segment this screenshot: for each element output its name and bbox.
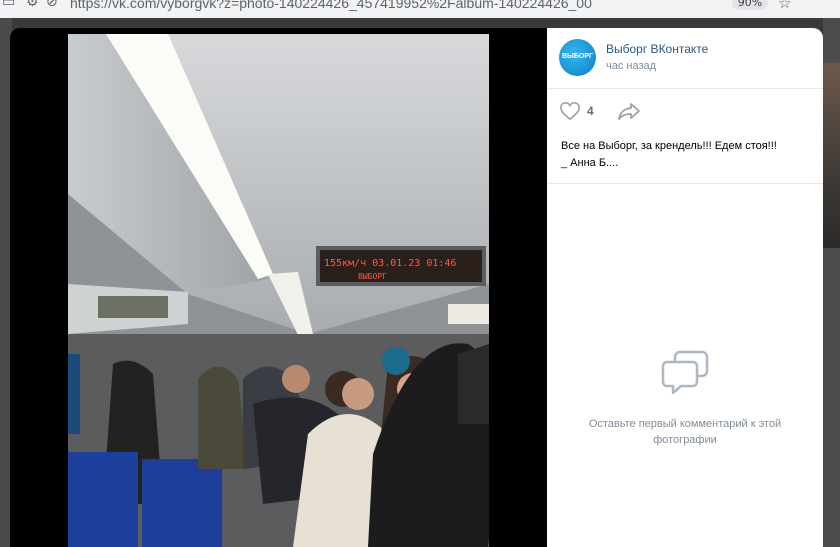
share-button[interactable] — [617, 100, 641, 122]
bookmark-star-icon[interactable]: ☆ — [778, 0, 791, 12]
comments-empty-text: Оставьте первый комментарий к этой фотог… — [588, 418, 782, 446]
url-field[interactable]: https://vk.com/vyborgvk?z=photo-14022442… — [70, 0, 592, 11]
page-right-image — [823, 63, 840, 248]
post-time[interactable]: час назад — [606, 60, 656, 72]
photo[interactable]: 155км/ч 03.01.23 01:46 ВЫБОРГ — [68, 34, 489, 547]
board-text: 155км/ч 03.01.23 01:46 — [324, 258, 456, 269]
like-button[interactable]: 4 — [559, 100, 594, 122]
board-text-2: ВЫБОРГ — [358, 272, 387, 281]
tracking-icon[interactable]: ⊘ — [46, 0, 58, 10]
comments-empty-icon — [661, 350, 709, 394]
post-caption: Все на Выборг, за крендель!!! Едем стоя!… — [561, 138, 813, 172]
heart-icon — [560, 101, 580, 121]
site-settings-icon[interactable]: ⚙ — [26, 0, 39, 10]
avatar-logo-text: ВЫБОРГ — [561, 53, 594, 60]
train-photo: 155км/ч 03.01.23 01:46 ВЫБОРГ — [68, 34, 489, 547]
header-divider — [547, 88, 823, 89]
share-icon — [618, 103, 640, 120]
menu-icon[interactable]: ▭ — [2, 0, 15, 10]
post-side-panel: ВЫБОРГ Выборг ВКонтакте час назад 4 Все … — [547, 28, 823, 547]
author-link[interactable]: Выборг ВКонтакте — [606, 42, 708, 56]
comments-divider — [547, 183, 823, 184]
browser-address-bar: ▭ ⚙ ⊘ https://vk.com/vyborgvk?z=photo-14… — [0, 0, 840, 18]
avatar[interactable]: ВЫБОРГ — [559, 39, 596, 76]
caption-line-1: Все на Выборг, за крендель!!! Едем стоя!… — [561, 140, 777, 152]
like-count: 4 — [587, 104, 594, 118]
caption-line-2: _ Анна Б.... — [561, 157, 619, 169]
zoom-badge[interactable]: 90% — [732, 0, 768, 10]
